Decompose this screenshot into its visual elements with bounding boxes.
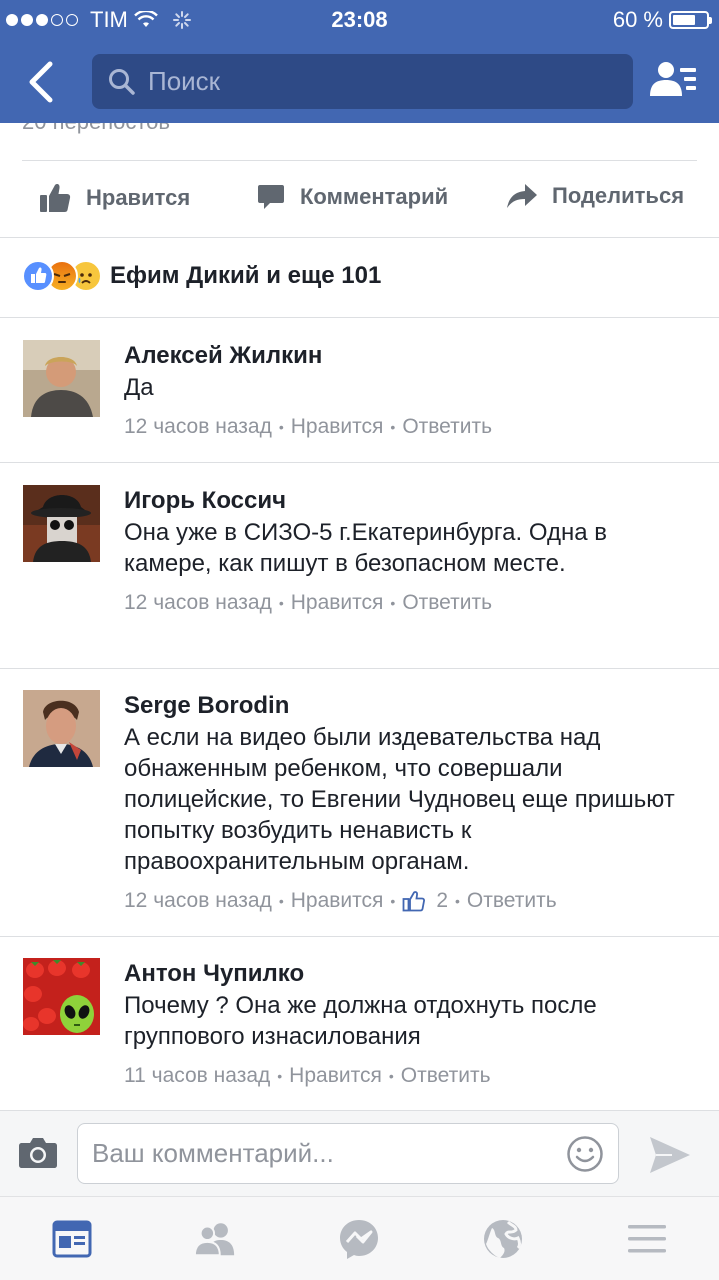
emoji-button[interactable]	[566, 1135, 604, 1178]
battery-icon	[669, 11, 712, 29]
back-button[interactable]	[22, 58, 62, 106]
comment-timestamp[interactable]: 12 часов назад	[124, 591, 272, 615]
divider	[0, 237, 719, 238]
comment-input[interactable]	[92, 1124, 552, 1183]
comment-icon	[258, 185, 284, 209]
comment-meta: 11 часов назад • Нравится • Ответить	[124, 1064, 491, 1088]
comment-text: А если на видео были издевательства над …	[124, 724, 675, 875]
post-actions: Нравится Комментарий Поделиться	[0, 170, 719, 230]
comment-reply-link[interactable]: Ответить	[402, 415, 492, 439]
comment-timestamp[interactable]: 12 часов назад	[124, 889, 272, 913]
send-icon	[650, 1137, 690, 1173]
comment-meta: 12 часов назад • Нравится • 2 • Ответить	[124, 889, 557, 913]
friend-requests-icon	[650, 62, 696, 96]
comment-author[interactable]: Игорь Коссич	[124, 485, 679, 517]
comment-reply-link[interactable]: Ответить	[467, 889, 557, 913]
divider	[22, 160, 697, 161]
friends-icon	[193, 1223, 235, 1257]
comment-label: Комментарий	[300, 184, 449, 209]
comment-timestamp[interactable]: 12 часов назад	[124, 415, 272, 439]
tab-friends[interactable]	[193, 1217, 237, 1261]
comment-text: Она уже в СИЗО-5 г.Екатеринбурга. Одна в…	[124, 519, 607, 577]
clock: 23:08	[331, 7, 388, 32]
top-header: TIM 23:08 60 %	[0, 0, 719, 123]
comment-like-link[interactable]: Нравится	[291, 591, 384, 615]
thumbs-up-icon	[402, 891, 426, 912]
shares-count[interactable]: 20 перепостов	[22, 123, 170, 135]
comment-meta: 12 часов назад • Нравится • Ответить	[124, 415, 493, 439]
search-bar[interactable]	[92, 54, 633, 109]
send-button[interactable]	[648, 1135, 692, 1180]
friend-requests-button[interactable]	[648, 58, 700, 104]
search-icon	[109, 69, 135, 95]
news-feed-icon	[52, 1220, 92, 1258]
thumbs-up-icon	[40, 184, 71, 212]
avatar[interactable]	[23, 690, 100, 767]
tab-messenger[interactable]	[337, 1217, 381, 1261]
comment-text: Почему ? Она же должна отдохнуть после г…	[124, 992, 597, 1050]
comment-like-count[interactable]: 2	[402, 889, 448, 913]
avatar[interactable]	[23, 485, 100, 562]
comment-reply-link[interactable]: Ответить	[401, 1064, 491, 1088]
like-label: Нравится	[86, 185, 191, 210]
comment-meta: 12 часов назад • Нравится • Ответить	[124, 591, 493, 615]
comment-like-link[interactable]: Нравится	[291, 889, 384, 913]
smiley-icon	[567, 1136, 603, 1172]
bottom-tab-bar	[0, 1196, 719, 1280]
comment-timestamp[interactable]: 11 часов назад	[124, 1064, 270, 1088]
battery-percent: 60 %	[612, 7, 663, 32]
chevron-left-icon	[29, 61, 53, 103]
avatar[interactable]	[23, 958, 100, 1035]
tab-notifications-globe[interactable]	[481, 1217, 525, 1261]
comment-author[interactable]: Serge Borodin	[124, 690, 679, 722]
comment-composer	[0, 1110, 719, 1196]
comment-like-link[interactable]: Нравится	[291, 415, 384, 439]
share-label: Поделиться	[552, 183, 685, 208]
comment-reply-link[interactable]: Ответить	[402, 591, 492, 615]
reactions-text: Ефим Дикий и еще 101	[110, 262, 382, 289]
tab-menu[interactable]	[625, 1217, 669, 1261]
status-bar: TIM 23:08 60 %	[0, 0, 719, 40]
avatar[interactable]	[23, 340, 100, 417]
comment-author[interactable]: Антон Чупилко	[124, 958, 679, 990]
globe-icon	[484, 1220, 522, 1258]
camera-icon	[19, 1138, 57, 1168]
menu-icon	[628, 1225, 666, 1253]
like-reaction-icon	[22, 260, 54, 292]
comment-author[interactable]: Алексей Жилкин	[124, 340, 679, 372]
share-arrow-icon	[507, 184, 537, 208]
tab-news-feed[interactable]	[50, 1217, 94, 1261]
comment-like-link[interactable]: Нравится	[289, 1064, 382, 1088]
divider	[0, 317, 719, 318]
share-button[interactable]: Поделиться	[506, 182, 684, 210]
messenger-icon	[340, 1220, 378, 1259]
divider	[0, 462, 719, 463]
divider	[0, 936, 719, 937]
comment-text: Да	[124, 374, 154, 401]
reactions-summary[interactable]: Ефим Дикий и еще 101	[22, 254, 381, 298]
camera-button[interactable]	[18, 1135, 58, 1174]
search-input[interactable]	[148, 54, 608, 109]
divider	[0, 668, 719, 669]
like-button[interactable]: Нравится	[38, 182, 190, 214]
comment-field[interactable]	[77, 1123, 619, 1184]
